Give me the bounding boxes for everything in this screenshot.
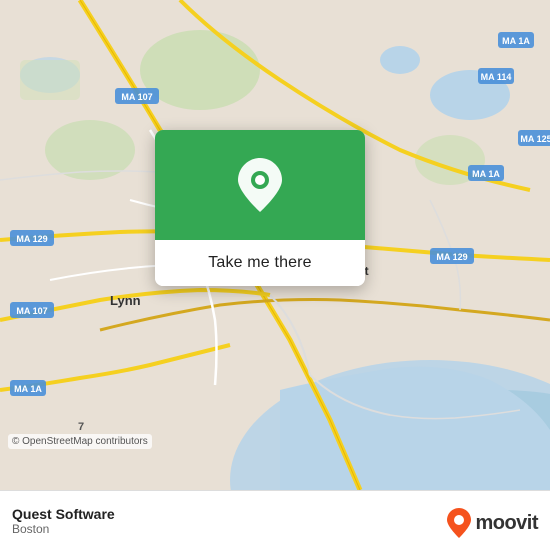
svg-text:MA 107: MA 107 <box>121 92 152 102</box>
osm-attribution: © OpenStreetMap contributors <box>8 434 152 449</box>
svg-text:7: 7 <box>78 421 84 433</box>
moovit-pin-icon <box>447 508 471 538</box>
lynn-label: Lynn <box>110 293 141 308</box>
svg-text:MA 129: MA 129 <box>436 252 467 262</box>
bottom-bar: Quest Software Boston moovit <box>0 490 550 550</box>
svg-text:MA 1A: MA 1A <box>472 169 500 179</box>
take-me-there-button[interactable]: Take me there <box>155 240 365 286</box>
svg-text:MA 125: MA 125 <box>520 134 550 144</box>
moovit-text: moovit <box>475 512 538 535</box>
svg-text:MA 107: MA 107 <box>16 306 47 316</box>
svg-text:MA 1A: MA 1A <box>14 384 42 394</box>
svg-text:MA 114: MA 114 <box>481 72 512 82</box>
location-popup: Take me there <box>155 130 365 286</box>
moovit-logo: moovit <box>447 508 538 538</box>
app-title: Quest Software <box>12 506 115 522</box>
map-pin-icon <box>238 158 282 212</box>
svg-text:MA 1A: MA 1A <box>502 36 530 46</box>
map-area: MA 107 MA 1A MA 114 MA 1A MA 125 MA 129 … <box>0 0 550 490</box>
popup-header <box>155 130 365 240</box>
app-info: Quest Software Boston <box>12 506 115 536</box>
app-subtitle: Boston <box>12 522 115 536</box>
svg-text:MA 129: MA 129 <box>16 234 47 244</box>
